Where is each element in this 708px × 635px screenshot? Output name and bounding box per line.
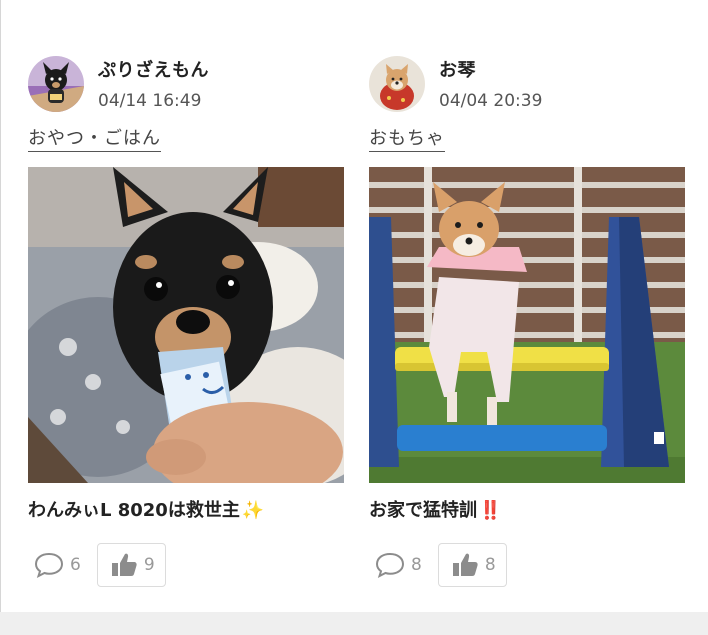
post-photo[interactable] — [369, 167, 685, 483]
post-title-text: お家で猛特訓 — [369, 500, 477, 521]
shiba-avatar-icon — [369, 56, 425, 112]
post-header: お琴 04/04 20:39 — [369, 56, 685, 114]
username[interactable]: お琴 — [439, 60, 542, 82]
username[interactable]: ぷりざえもん — [98, 60, 209, 82]
thumbs-up-icon — [452, 553, 478, 576]
post-title-text: わんみぃL 8020は救世主 — [28, 500, 240, 521]
comment-count: 8 — [411, 555, 422, 575]
comment-bubble-icon — [375, 552, 405, 578]
comment-button[interactable]: 6 — [28, 543, 85, 587]
sparkles-icon: ✨ — [241, 500, 265, 521]
like-button[interactable]: 9 — [96, 543, 166, 587]
thumbs-up-icon — [111, 553, 137, 576]
post-date: 04/14 16:49 — [98, 91, 202, 111]
post-actions: 8 8 — [369, 543, 507, 587]
post-card[interactable]: お琴 04/04 20:39 おもちゃ お家で猛特訓 ‼️ 8 8 — [369, 56, 685, 587]
like-count: 8 — [484, 555, 496, 575]
post-meta: お琴 04/04 20:39 — [439, 56, 542, 111]
comment-button[interactable]: 8 — [369, 543, 426, 587]
post-actions: 6 9 — [28, 543, 166, 587]
like-button[interactable]: 8 — [437, 543, 507, 587]
user-avatar[interactable] — [28, 56, 84, 112]
post-card[interactable]: ぷりざえもん 04/14 16:49 おやつ・ごはん わんみぃL 8020は救世… — [28, 56, 344, 587]
post-header: ぷりざえもん 04/14 16:49 — [28, 56, 344, 114]
chihuahua-eating-treat-photo-icon — [28, 167, 344, 483]
post-date: 04/04 20:39 — [439, 91, 543, 111]
like-count: 9 — [143, 555, 155, 575]
frame-border — [0, 0, 1, 612]
post-title[interactable]: お家で猛特訓 ‼️ — [369, 499, 501, 523]
comment-count: 6 — [70, 555, 81, 575]
category-link[interactable]: おもちゃ — [369, 128, 445, 152]
black-chihuahua-avatar-icon — [28, 56, 84, 112]
post-meta: ぷりざえもん 04/14 16:49 — [98, 56, 209, 111]
footer-band — [0, 612, 708, 635]
post-title[interactable]: わんみぃL 8020は救世主 ✨ — [28, 499, 264, 523]
comment-bubble-icon — [34, 552, 64, 578]
shiba-agility-jump-photo-icon — [369, 167, 685, 483]
user-avatar[interactable] — [369, 56, 425, 112]
double-exclamation-icon: ‼️ — [479, 500, 502, 521]
category-link[interactable]: おやつ・ごはん — [28, 128, 161, 152]
post-photo[interactable] — [28, 167, 344, 483]
